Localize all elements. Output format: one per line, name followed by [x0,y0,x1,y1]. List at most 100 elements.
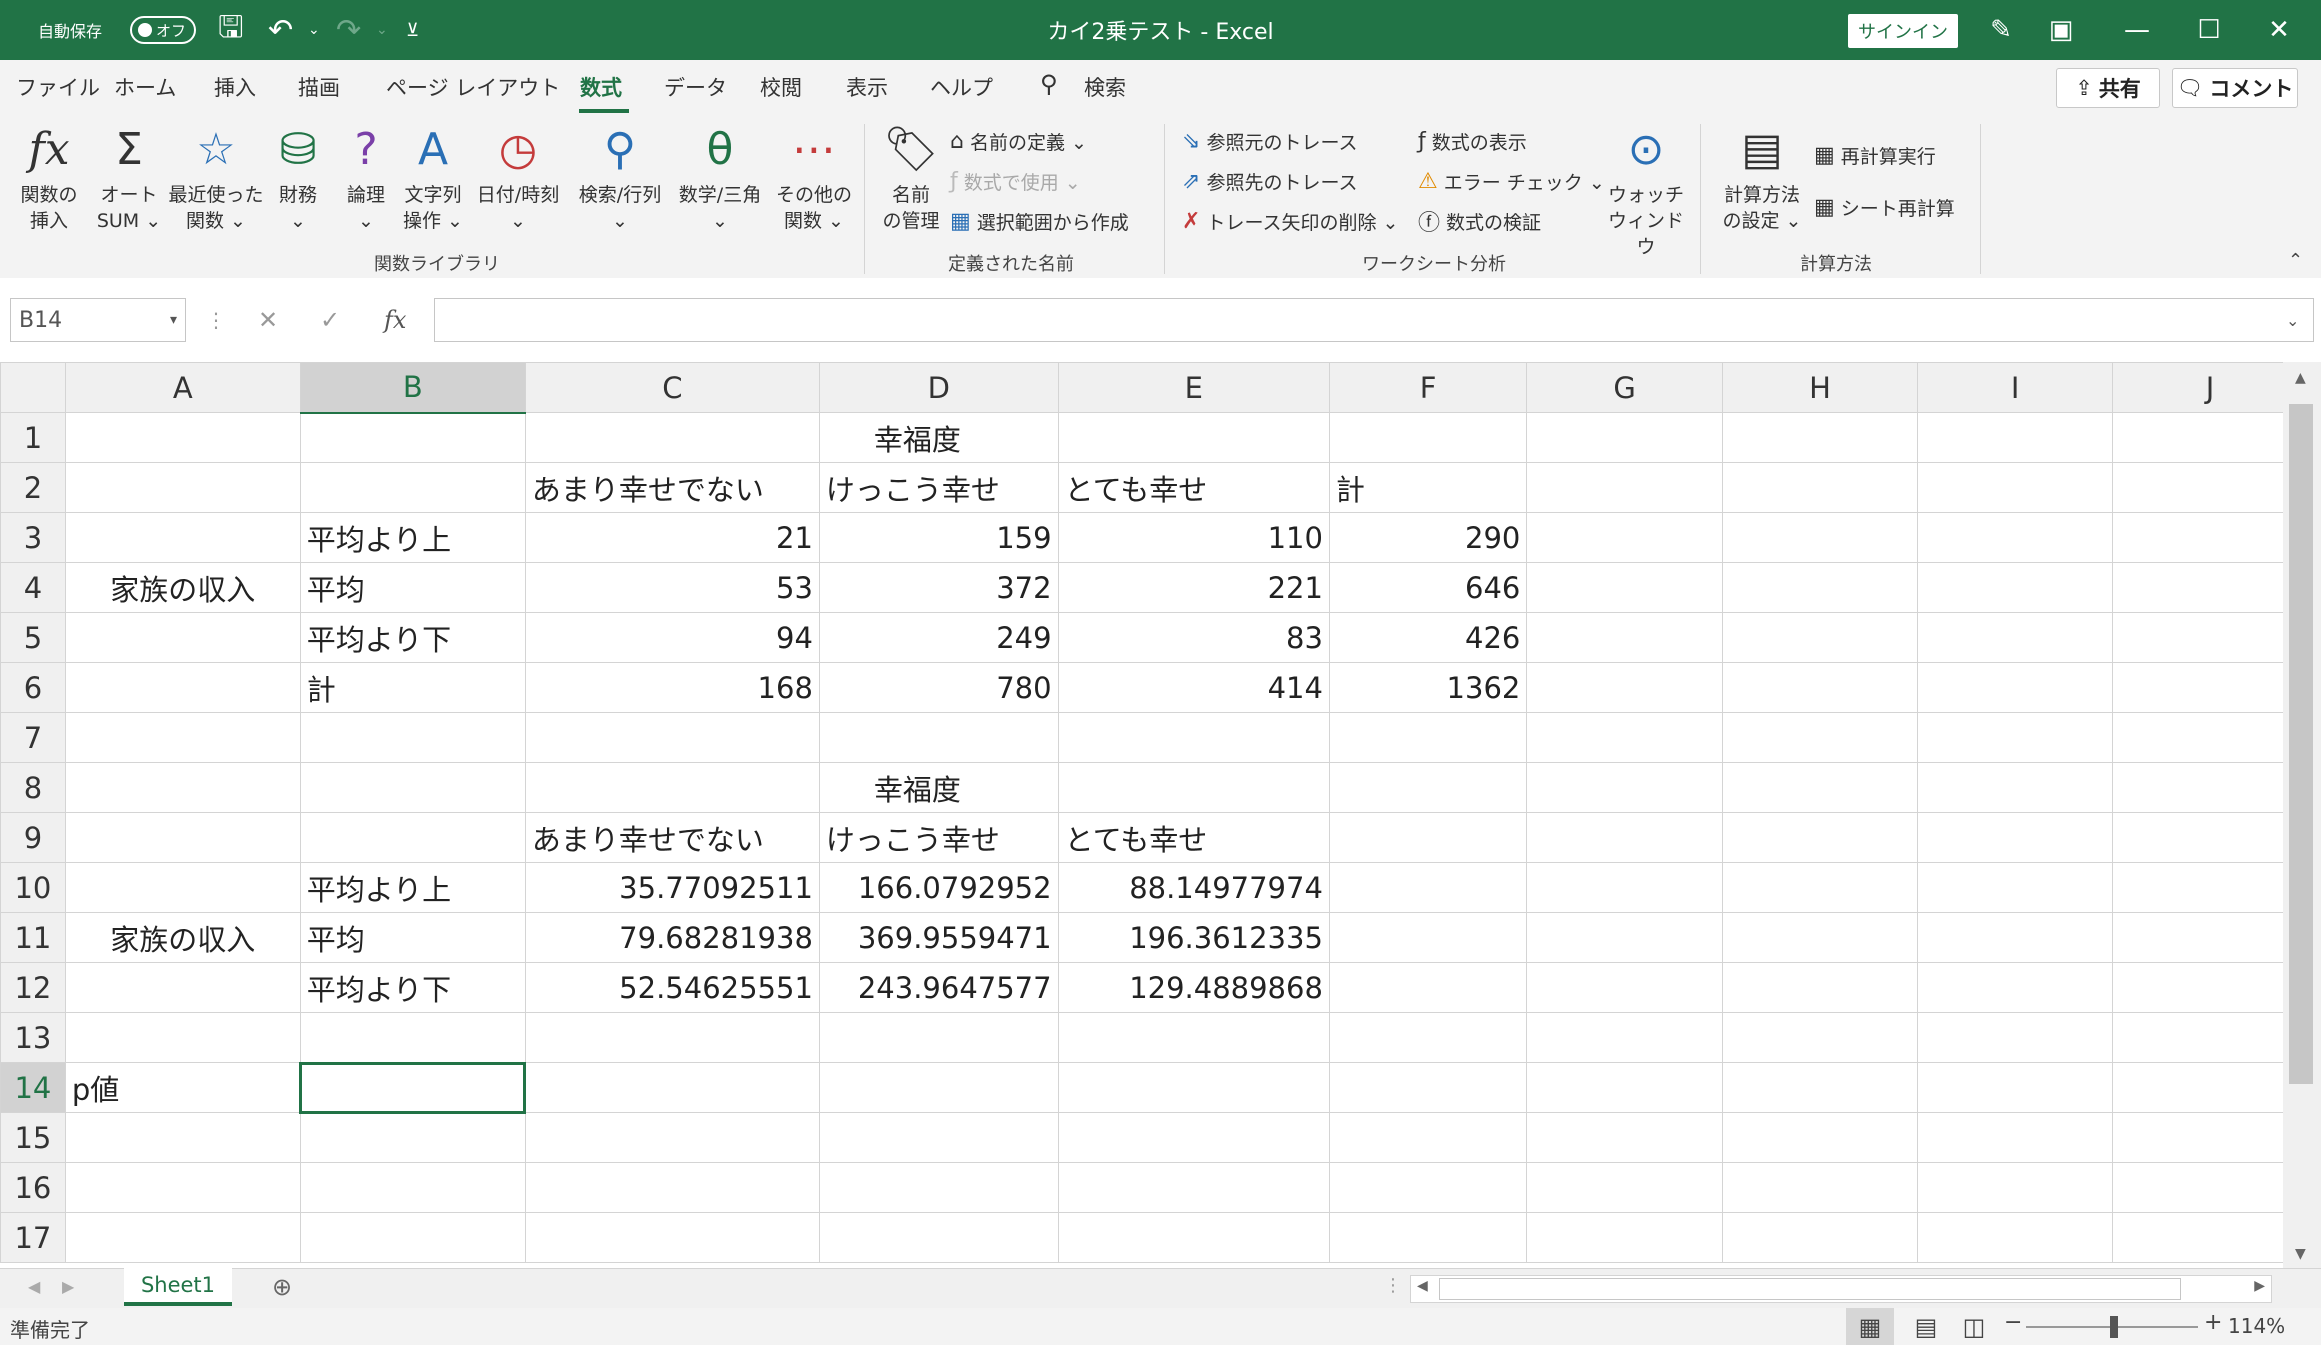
cell-a15[interactable] [64,1112,301,1163]
cell-j11[interactable] [2112,912,2308,963]
cell-a8[interactable] [64,762,301,813]
cell-b1[interactable] [299,412,526,463]
cell-g15[interactable] [1526,1112,1723,1163]
row-header[interactable]: 12 [0,962,66,1013]
redo-dropdown-icon[interactable]: ⌄ [376,0,388,60]
row-header[interactable]: 8 [0,762,66,813]
cell-i3[interactable] [1917,512,2114,563]
tab-draw[interactable]: 描画 [298,72,340,102]
row-header[interactable]: 3 [0,512,66,563]
prev-sheet-icon[interactable]: ◀ [28,1277,40,1296]
column-header-g[interactable]: G [1526,362,1723,413]
zoom-level[interactable]: 114% [2228,1314,2285,1338]
watch-window-button[interactable]: ⊙ ウォッチ ウィンドウ [1604,122,1688,260]
cell-h2[interactable] [1721,462,1919,513]
cell-h4[interactable] [1721,562,1919,613]
row-header[interactable]: 14 [0,1062,66,1113]
cell-g9[interactable] [1526,812,1723,863]
cell-h1[interactable] [1721,412,1919,463]
cell-f2[interactable]: 計 [1328,462,1528,513]
cell-b9[interactable] [299,812,526,863]
cell-h7[interactable] [1721,712,1919,763]
enter-icon[interactable]: ✓ [320,298,340,342]
cell-c12[interactable]: 52.54625551 [524,962,820,1013]
cell-g16[interactable] [1526,1162,1723,1213]
cell-a12[interactable] [64,962,301,1013]
cell-b14[interactable] [299,1061,527,1114]
tab-home[interactable]: ホーム [114,72,176,102]
cell-d3[interactable]: 159 [818,512,1059,563]
datetime-button[interactable]: ◷ 日付/時刻 ⌄ [470,122,566,234]
cell-h12[interactable] [1721,962,1919,1013]
cell-e11[interactable]: 196.3612335 [1057,912,1330,963]
cell-g8[interactable] [1526,762,1723,813]
cell-f3[interactable]: 290 [1328,512,1528,563]
ribbon-display-icon[interactable]: ▣ [2028,0,2094,60]
horizontal-scrollbar[interactable]: ◀ ▶ [1410,1275,2272,1303]
cell-j14[interactable] [2112,1062,2308,1113]
cell-f1[interactable] [1328,412,1528,463]
tab-file[interactable]: ファイル [16,72,100,102]
cell-d2[interactable]: けっこう幸せ [818,462,1059,513]
cell-j3[interactable] [2112,512,2308,563]
cell-j7[interactable] [2112,712,2308,763]
cell-e1[interactable] [1057,412,1330,463]
cell-e16[interactable] [1057,1162,1330,1213]
cell-f7[interactable] [1328,712,1528,763]
cell-f4[interactable]: 646 [1328,562,1528,613]
cell-d6[interactable]: 780 [818,662,1059,713]
cell-e12[interactable]: 129.4889868 [1057,962,1330,1013]
cell-b5[interactable]: 平均より下 [299,612,526,663]
minimize-icon[interactable]: — [2104,0,2170,60]
cell-h5[interactable] [1721,612,1919,663]
scroll-left-icon[interactable]: ◀ [1417,1278,1428,1294]
cell-h3[interactable] [1721,512,1919,563]
create-from-selection-button[interactable]: ▦ 選択範囲から作成 [950,206,1129,236]
tab-help[interactable]: ヘルプ [930,72,993,102]
cell-f16[interactable] [1328,1162,1528,1213]
cell-g14[interactable] [1526,1062,1723,1113]
vertical-scroll-thumb[interactable] [2289,404,2313,1084]
row-header[interactable]: 2 [0,462,66,513]
cell-c8[interactable] [524,762,820,813]
column-header-j[interactable]: J [2112,362,2308,413]
signin-button[interactable]: サインイン [1848,14,1958,48]
cell-e14[interactable] [1057,1062,1330,1113]
cell-a13[interactable] [64,1012,301,1063]
cell-h10[interactable] [1721,862,1919,913]
cell-f14[interactable] [1328,1062,1528,1113]
cell-e5[interactable]: 83 [1057,612,1330,663]
cell-c3[interactable]: 21 [524,512,820,563]
cell-a5[interactable] [64,612,301,663]
cell-c13[interactable] [524,1012,820,1063]
cell-j9[interactable] [2112,812,2308,863]
calc-now-button[interactable]: ▦ 再計算実行 [1814,140,1936,170]
row-header[interactable]: 6 [0,662,66,713]
cell-c1[interactable] [524,412,820,463]
cell-h9[interactable] [1721,812,1919,863]
cell-g1[interactable] [1526,412,1723,463]
cell-h16[interactable] [1721,1162,1919,1213]
cell-h14[interactable] [1721,1062,1919,1113]
cell-f11[interactable] [1328,912,1528,963]
cancel-icon[interactable]: ✕ [258,298,278,342]
cell-h6[interactable] [1721,662,1919,713]
cell-c7[interactable] [524,712,820,763]
financial-button[interactable]: ⛁ 財務 ⌄ [272,122,324,234]
math-trig-button[interactable]: θ 数学/三角 ⌄ [672,122,768,234]
cell-e6[interactable]: 414 [1057,662,1330,713]
cell-j12[interactable] [2112,962,2308,1013]
cell-d16[interactable] [818,1162,1059,1213]
cell-g3[interactable] [1526,512,1723,563]
cell-i10[interactable] [1917,862,2114,913]
add-sheet-icon[interactable]: ⊕ [272,1273,292,1301]
cell-c16[interactable] [524,1162,820,1213]
cell-f5[interactable]: 426 [1328,612,1528,663]
name-box[interactable]: B14 ▾ [10,298,186,342]
zoom-out-icon[interactable]: − [2004,1310,2022,1335]
split-handle-icon[interactable]: ⋮ [1384,1275,1402,1296]
cell-a6[interactable] [64,662,301,713]
error-checking-button[interactable]: ⚠ エラー チェック ⌄ [1418,166,1605,196]
cell-e3[interactable]: 110 [1057,512,1330,563]
row-header[interactable]: 9 [0,812,66,863]
